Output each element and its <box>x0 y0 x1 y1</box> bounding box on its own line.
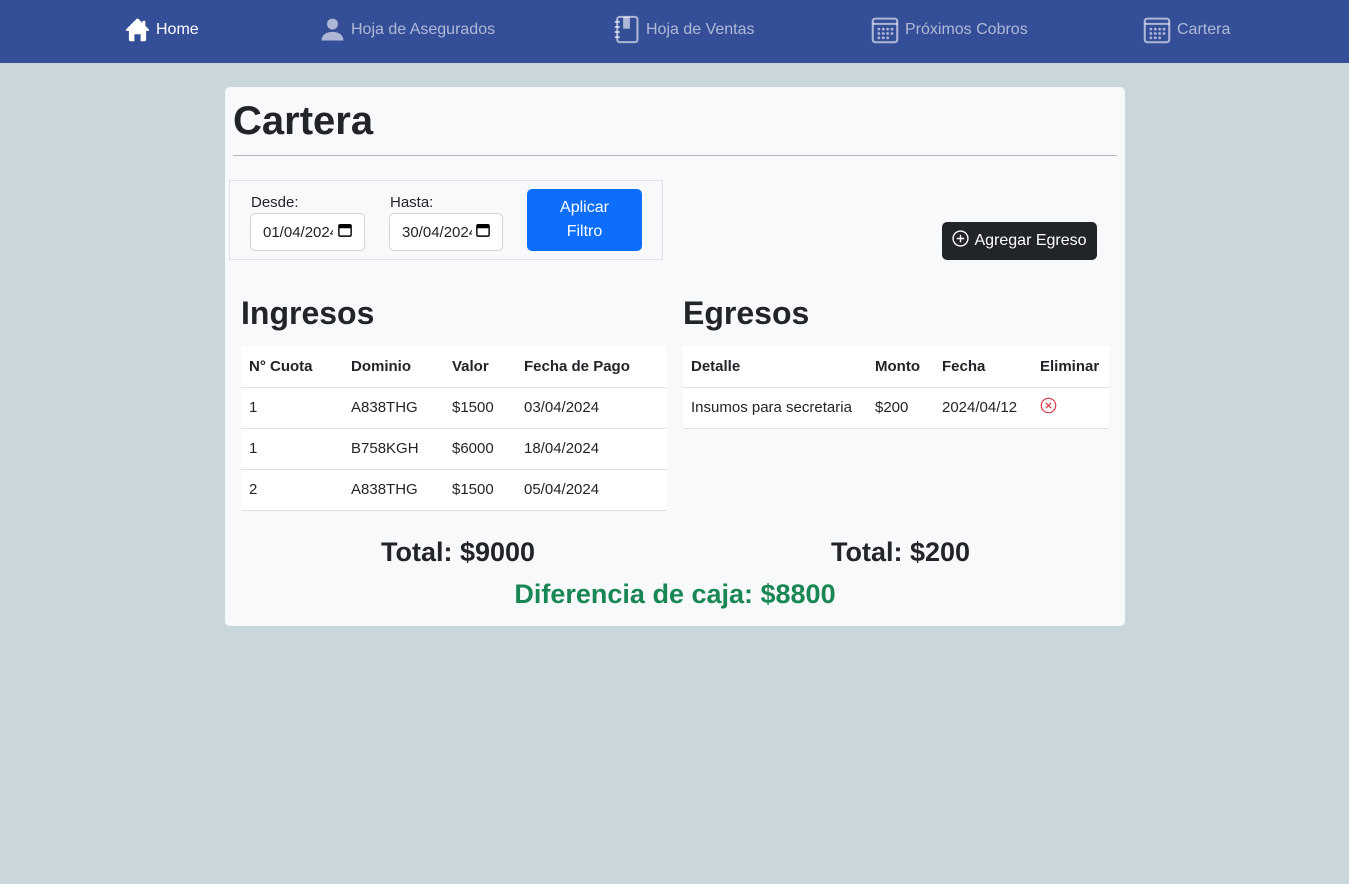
top-navbar: Home Hoja de Asegurados Hoja de Ventas P… <box>0 0 1349 63</box>
nav-item-home[interactable]: Home <box>125 0 199 61</box>
table-cell <box>1032 387 1109 429</box>
hasta-date-input[interactable]: 30/04/2024 <box>389 213 503 251</box>
table-cell: Insumos para secretaria <box>683 387 867 429</box>
table-cell: $1500 <box>444 387 516 429</box>
nav-item-label: Hoja de Ventas <box>646 20 755 38</box>
table-cell: 1 <box>241 387 343 429</box>
nav-item-label: Home <box>156 20 199 38</box>
diferencia-de-caja: Diferencia de caja: $8800 <box>514 579 836 609</box>
nav-item-ventas[interactable]: Hoja de Ventas <box>613 0 755 61</box>
add-egreso-button[interactable]: Agregar Egreso <box>942 222 1097 260</box>
table-cell: $6000 <box>444 428 516 470</box>
hasta-date-value: 30/04/2024 <box>402 223 472 241</box>
column-header: Eliminar <box>1032 346 1109 388</box>
nav-item-cartera[interactable]: Cartera <box>1143 0 1230 61</box>
calendar-icon <box>871 16 899 44</box>
desde-date-input[interactable]: 01/04/2024 <box>250 213 365 251</box>
column-header: Detalle <box>683 346 867 388</box>
ingresos-table: N° Cuota Dominio Valor Fecha de Pago 1 A… <box>241 346 667 511</box>
column-header: Monto <box>867 346 934 388</box>
table-header-row: Detalle Monto Fecha Eliminar <box>683 346 1109 388</box>
egresos-title: Egresos <box>683 295 810 331</box>
column-header: Valor <box>444 346 516 388</box>
nav-item-proximos-cobros[interactable]: Próximos Cobros <box>871 0 1028 61</box>
table-cell: 2 <box>241 469 343 511</box>
date-filter-form: Desde: Hasta: 01/04/2024 30/04/2024 Apli… <box>229 180 663 260</box>
table-cell: 1 <box>241 428 343 470</box>
delete-x-circle-icon[interactable] <box>1040 397 1057 418</box>
apply-filter-button[interactable]: Aplicar Filtro <box>527 189 642 251</box>
journal-icon <box>613 15 640 44</box>
table-cell: B758KGH <box>343 428 444 470</box>
home-icon <box>125 17 150 42</box>
column-header: Fecha <box>934 346 1032 388</box>
cartera-card: Cartera Desde: Hasta: 01/04/2024 30/04/2… <box>225 87 1125 626</box>
desde-label: Desde: <box>251 194 299 211</box>
column-header: Fecha de Pago <box>516 346 667 388</box>
nav-item-asegurados[interactable]: Hoja de Asegurados <box>320 0 495 61</box>
ingresos-title: Ingresos <box>241 295 375 331</box>
add-egreso-label: Agregar Egreso <box>974 232 1087 249</box>
table-cell: A838THG <box>343 469 444 511</box>
hasta-label: Hasta: <box>390 194 434 211</box>
column-header: N° Cuota <box>241 346 343 388</box>
table-cell: $200 <box>867 387 934 429</box>
egresos-table: Detalle Monto Fecha Eliminar Insumos par… <box>683 346 1109 429</box>
page-title: Cartera <box>233 99 374 143</box>
table-cell: 03/04/2024 <box>516 387 667 429</box>
table-cell: 05/04/2024 <box>516 469 667 511</box>
title-divider <box>233 155 1117 156</box>
calendar-picker-icon[interactable] <box>476 223 490 241</box>
table-row: 1 B758KGH $6000 18/04/2024 <box>241 428 667 470</box>
table-cell: 18/04/2024 <box>516 428 667 470</box>
table-header-row: N° Cuota Dominio Valor Fecha de Pago <box>241 346 667 388</box>
ingresos-total: Total: $9000 <box>381 537 536 567</box>
nav-item-label: Hoja de Asegurados <box>351 20 496 38</box>
table-cell: 2024/04/12 <box>934 387 1032 429</box>
table-row: 1 A838THG $1500 03/04/2024 <box>241 387 667 429</box>
egresos-total: Total: $200 <box>831 537 971 567</box>
table-cell: $1500 <box>444 469 516 511</box>
person-icon <box>320 17 345 42</box>
table-cell: A838THG <box>343 387 444 429</box>
calendar-picker-icon[interactable] <box>338 223 352 241</box>
table-row: Insumos para secretaria $200 2024/04/12 <box>683 387 1109 429</box>
calendar-icon <box>1143 16 1171 44</box>
column-header: Dominio <box>343 346 444 388</box>
nav-item-label: Cartera <box>1177 20 1231 38</box>
plus-circle-icon <box>952 230 970 252</box>
table-row: 2 A838THG $1500 05/04/2024 <box>241 469 667 511</box>
desde-date-value: 01/04/2024 <box>263 223 333 241</box>
nav-item-label: Próximos Cobros <box>905 20 1028 38</box>
